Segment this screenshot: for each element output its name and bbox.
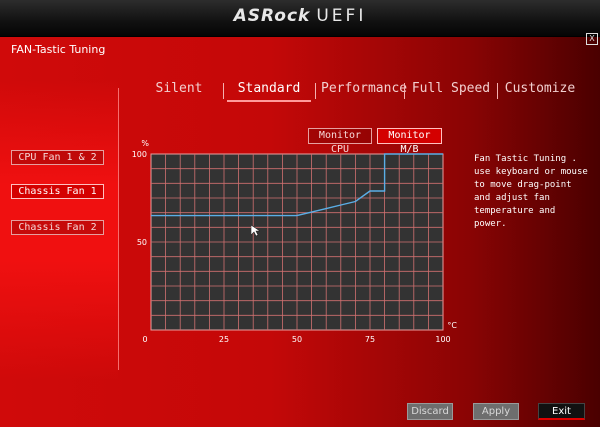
x-axis-unit-label: °C (447, 321, 457, 330)
x-tick-label: 25 (219, 335, 229, 344)
x-tick-label: 50 (292, 335, 302, 344)
x-tick-label: 100 (435, 335, 450, 344)
help-text: Fan Tastic Tuning . use keyboard or mous… (474, 154, 588, 229)
y-axis-unit-label: % (141, 139, 149, 148)
y-tick-label: 50 (137, 238, 147, 247)
mouse-cursor-icon (251, 225, 260, 237)
x-tick-label: 0 (142, 335, 147, 344)
grid-lines (151, 154, 443, 330)
apply-button[interactable]: Apply (473, 403, 519, 420)
discard-button[interactable]: Discard (407, 403, 453, 420)
y-tick-label: 100 (132, 150, 147, 159)
exit-button[interactable]: Exit (538, 403, 585, 420)
x-tick-label: 75 (365, 335, 375, 344)
